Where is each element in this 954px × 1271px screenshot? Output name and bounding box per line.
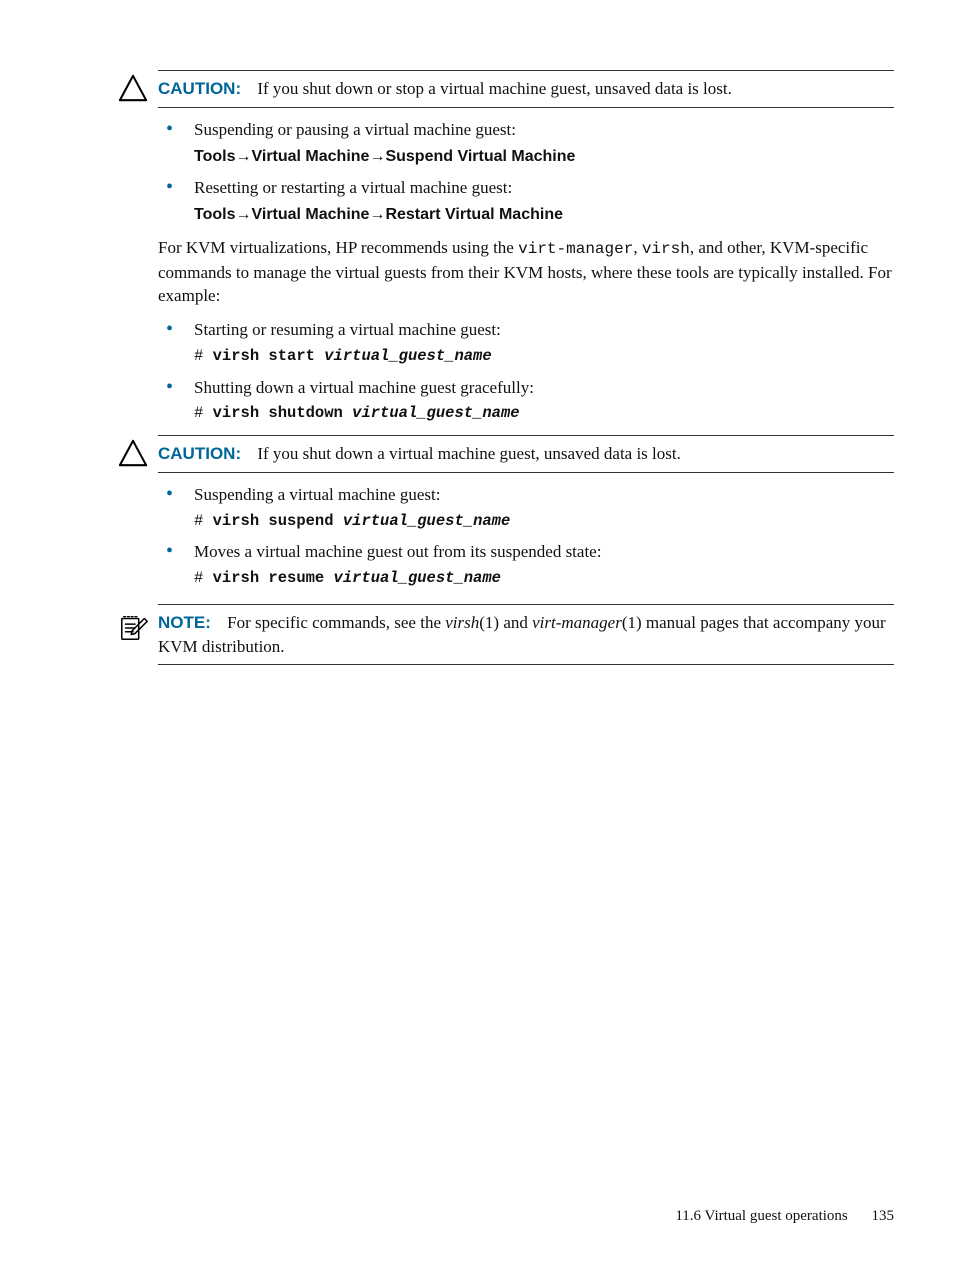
- note-icon: [118, 611, 148, 641]
- bullet-list: Suspending a virtual machine guest: # vi…: [158, 483, 894, 590]
- command-line: # virsh shutdown virtual_guest_name: [194, 403, 894, 425]
- footer-section: 11.6 Virtual guest operations: [675, 1208, 847, 1224]
- list-item-text: Starting or resuming a virtual machine g…: [194, 320, 501, 339]
- list-item: Suspending a virtual machine guest: # vi…: [158, 483, 894, 532]
- list-item-text: Resetting or restarting a virtual machin…: [194, 178, 512, 197]
- document-page: CAUTION: If you shut down or stop a virt…: [0, 0, 954, 1271]
- prompt: #: [194, 569, 213, 587]
- paragraph: For KVM virtualizations, HP recommends u…: [158, 236, 894, 308]
- note-text: (1) and: [479, 613, 532, 632]
- note-label: NOTE:: [158, 613, 211, 632]
- menu-segment: Virtual Machine: [251, 206, 369, 223]
- text: ,: [633, 238, 642, 257]
- prompt: #: [194, 347, 213, 365]
- command: virsh suspend: [213, 512, 343, 530]
- menu-segment: Virtual Machine: [251, 148, 369, 165]
- main-content: CAUTION: If you shut down or stop a virt…: [158, 70, 894, 665]
- caution-label: CAUTION:: [158, 79, 241, 98]
- arrow-icon: →: [369, 148, 385, 165]
- menu-path: Tools→Virtual Machine→Restart Virtual Ma…: [194, 204, 894, 226]
- command-arg: virtual_guest_name: [343, 512, 510, 530]
- command: virsh shutdown: [213, 404, 353, 422]
- list-item: Moves a virtual machine guest out from i…: [158, 540, 894, 589]
- list-item: Shutting down a virtual machine guest gr…: [158, 376, 894, 425]
- caution-icon: [118, 438, 148, 468]
- bullet-list: Starting or resuming a virtual machine g…: [158, 318, 894, 425]
- note-italic: virt-manager: [532, 613, 622, 632]
- code-text: virt-manager: [518, 240, 633, 258]
- menu-path: Tools→Virtual Machine→Suspend Virtual Ma…: [194, 146, 894, 168]
- command-arg: virtual_guest_name: [324, 347, 491, 365]
- menu-segment: Suspend Virtual Machine: [385, 148, 575, 165]
- note-text: For specific commands, see the: [227, 613, 445, 632]
- note-italic: virsh: [445, 613, 479, 632]
- page-footer: 11.6 Virtual guest operations 135: [675, 1206, 894, 1227]
- command-line: # virsh resume virtual_guest_name: [194, 568, 894, 590]
- command: virsh resume: [213, 569, 334, 587]
- menu-segment: Tools: [194, 148, 235, 165]
- caution-callout: CAUTION: If you shut down a virtual mach…: [158, 435, 894, 473]
- command: virsh start: [213, 347, 325, 365]
- list-item-text: Shutting down a virtual machine guest gr…: [194, 378, 534, 397]
- arrow-icon: →: [235, 148, 251, 165]
- caution-text: If you shut down a virtual machine guest…: [257, 444, 681, 463]
- page-number: 135: [872, 1208, 895, 1224]
- command-arg: virtual_guest_name: [334, 569, 501, 587]
- arrow-icon: →: [235, 206, 251, 223]
- list-item: Resetting or restarting a virtual machin…: [158, 176, 894, 226]
- caution-label: CAUTION:: [158, 444, 241, 463]
- list-item-text: Suspending or pausing a virtual machine …: [194, 120, 516, 139]
- bullet-list: Suspending or pausing a virtual machine …: [158, 118, 894, 226]
- caution-text: If you shut down or stop a virtual machi…: [257, 79, 732, 98]
- list-item-text: Suspending a virtual machine guest:: [194, 485, 440, 504]
- text: For KVM virtualizations, HP recommends u…: [158, 238, 518, 257]
- prompt: #: [194, 512, 213, 530]
- prompt: #: [194, 404, 213, 422]
- command-arg: virtual_guest_name: [352, 404, 519, 422]
- list-item: Starting or resuming a virtual machine g…: [158, 318, 894, 367]
- caution-icon: [118, 73, 148, 103]
- list-item: Suspending or pausing a virtual machine …: [158, 118, 894, 168]
- command-line: # virsh suspend virtual_guest_name: [194, 511, 894, 533]
- command-line: # virsh start virtual_guest_name: [194, 346, 894, 368]
- list-item-text: Moves a virtual machine guest out from i…: [194, 542, 601, 561]
- code-text: virsh: [642, 240, 690, 258]
- menu-segment: Tools: [194, 206, 235, 223]
- menu-segment: Restart Virtual Machine: [385, 206, 563, 223]
- arrow-icon: →: [369, 206, 385, 223]
- note-callout: NOTE: For specific commands, see the vir…: [158, 604, 894, 666]
- caution-callout: CAUTION: If you shut down or stop a virt…: [158, 70, 894, 108]
